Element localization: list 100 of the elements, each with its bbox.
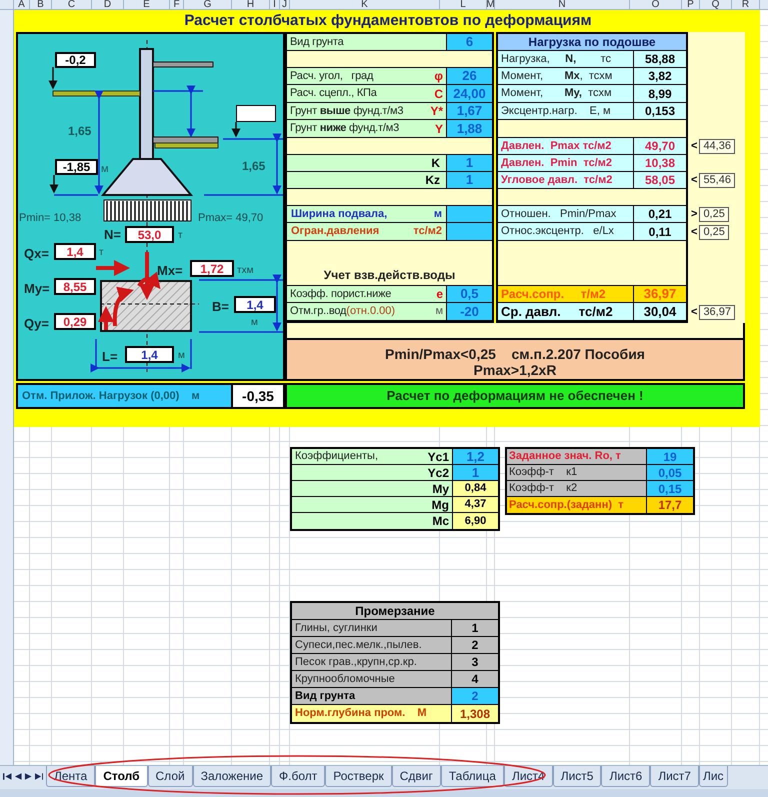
row-label: Отм.гр..вод <box>290 304 346 320</box>
symbol-label: φ <box>434 68 443 85</box>
row-label: Давлен. Pmax тс/м2 <box>501 138 612 154</box>
comparison-sign: > <box>691 207 698 222</box>
value-cell: 30,04 <box>634 303 686 320</box>
last-sheet-icon[interactable] <box>34 772 43 780</box>
previous-sheet-icon[interactable] <box>14 772 22 780</box>
load-label: Mx= <box>157 262 183 280</box>
row-label: Расч.сопр. т/м2 <box>501 286 606 303</box>
label-cell: Норм.глубина пром. М <box>292 705 452 722</box>
row-label: Давлен. Pmin тс/м2 <box>501 156 612 171</box>
input-cell[interactable] <box>447 223 492 240</box>
load-value: 1,4 <box>54 243 96 260</box>
symbol-label: K <box>431 155 440 172</box>
label-cell: Вид грунта <box>292 688 452 704</box>
comparison-sign: < <box>691 139 698 154</box>
symbol-label: м <box>435 304 443 320</box>
unit-label: тс/м2 <box>413 224 442 240</box>
row-label: Отм. Прилож. Нагрузок (0,00) м <box>22 388 200 404</box>
sheet-title: Расчет столбчатых фундаментовтов по деформациям <box>184 10 592 31</box>
symbol-label: Kz <box>425 172 440 189</box>
warning-text: Pmin/Pmax<0,25 см.п.2.207 Пособия <box>385 346 645 362</box>
label-cell: Коэфф-т к2 <box>507 481 647 496</box>
value-cell: 0,21 <box>634 206 686 222</box>
value-cell: 2 <box>452 688 498 704</box>
level-value: -0,2 <box>55 52 96 68</box>
value-cell: 0,153 <box>634 103 686 119</box>
section-header: Нагрузка по подошве <box>498 34 686 51</box>
unit-label: тхм <box>237 264 254 278</box>
symbol-label: Y <box>434 120 443 138</box>
row-label: Относ.эксцентр. e/Lx <box>501 224 614 240</box>
row-label: Расч. сцепл., КПа <box>290 86 377 102</box>
value-cell: 58,05 <box>634 172 686 188</box>
row-label: Расч. угол, град <box>290 68 374 84</box>
unit-label: м <box>178 349 185 363</box>
comparison-sign: < <box>691 173 698 188</box>
row-label: Грунт выше фунд.т/м3 <box>290 104 404 119</box>
next-sheet-icon[interactable] <box>24 772 32 780</box>
symbol-label: My <box>432 480 449 498</box>
load-label: N= <box>104 226 121 244</box>
value-cell: 1 <box>452 620 498 636</box>
symbol-label: C <box>434 86 443 102</box>
first-sheet-icon[interactable] <box>3 772 12 780</box>
row-label: Эксцентр.нагр. E, м <box>501 104 611 119</box>
symbol-label: Mc <box>432 513 449 530</box>
result-message: Расчет по деформациям не обеспечен ! <box>285 383 745 409</box>
limit-value: 0,25 <box>699 207 729 222</box>
value-cell: 0,84 <box>453 481 498 496</box>
symbol-label: Mg <box>432 496 449 514</box>
symbol-label: e <box>436 286 443 303</box>
label-cell: Супеси,пес.мелк.,пылев. <box>292 637 452 653</box>
limit-value: 44,36 <box>699 139 735 154</box>
sheet-tab[interactable]: Лис <box>698 766 728 787</box>
comparison-sign: < <box>691 224 698 240</box>
value-cell: 49,70 <box>634 138 686 154</box>
unit-label: т <box>178 229 183 243</box>
value-cell: 3 <box>452 654 498 670</box>
sheet-tab[interactable]: Сдвиг <box>392 766 441 787</box>
sheet-tab[interactable]: Таблица <box>440 766 504 787</box>
load-label: B= <box>212 298 229 316</box>
load-value: 1,72 <box>190 260 234 277</box>
comparison-sign: < <box>691 304 698 320</box>
load-label: Qx= <box>24 245 49 263</box>
value-cell: 0,11 <box>634 223 686 240</box>
value-cell: 19 <box>647 449 693 464</box>
limit-value: 0,25 <box>699 224 729 240</box>
row-label: Коэфф. порист.ниже <box>290 286 392 302</box>
value-cell: 1,308 <box>452 705 498 722</box>
table-header: Промерзание <box>292 603 498 620</box>
empty-level-field[interactable] <box>236 105 276 122</box>
sheet-tab[interactable]: Ростверк <box>325 766 392 787</box>
sheet-tab[interactable]: Заложение <box>192 766 272 787</box>
section-title: Учет взв.действ.воды <box>324 267 456 284</box>
pressure-label: Pmin= 10,38 <box>19 211 82 226</box>
value-cell: 0,05 <box>647 465 693 480</box>
symbol-label: Yc1 <box>428 448 449 466</box>
sheet-tab[interactable]: Ф.болт <box>271 766 326 787</box>
warning-text: Pmax>1,2xR <box>474 362 556 378</box>
row-label: Коэффициенты, <box>295 449 378 464</box>
sheet-tab[interactable]: Лист5 <box>552 766 602 787</box>
sheet-tab[interactable]: Столб <box>95 766 148 787</box>
row-label: Грунт ниже фунд.т/м3 <box>290 121 400 136</box>
load-label: L= <box>102 348 118 366</box>
row-label: Нагрузка, N, тс <box>501 52 611 67</box>
load-label: Qy= <box>24 315 49 333</box>
load-value: 1,4 <box>125 346 174 363</box>
load-value: 0,29 <box>54 313 96 330</box>
sheet-tab[interactable]: Лист7 <box>650 766 699 787</box>
value-cell: 1 <box>453 465 498 480</box>
unit-label: м <box>251 316 258 330</box>
value-cell: 0,15 <box>647 481 693 496</box>
value-cell[interactable]: -0,35 <box>233 383 285 409</box>
row-label: Огран.давления <box>291 224 380 240</box>
unit-label: т <box>99 246 104 260</box>
sheet-tab[interactable]: Лист6 <box>601 766 650 787</box>
label-cell: Расч.сопр.(заданн) т <box>507 497 647 513</box>
sheet-tab[interactable]: Слой <box>148 766 193 787</box>
row-label: Ширина подвала, <box>291 206 388 222</box>
input-cell[interactable] <box>447 206 492 222</box>
load-value: 1,4 <box>234 296 276 313</box>
